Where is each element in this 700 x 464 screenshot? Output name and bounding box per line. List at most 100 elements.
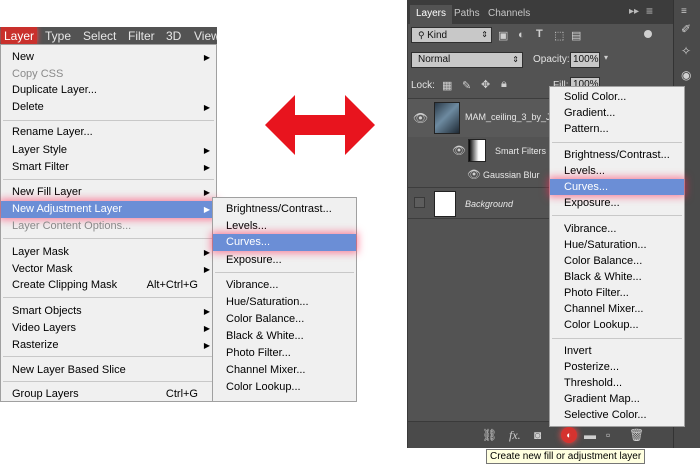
opacity-dropdown-icon[interactable]: ▾ <box>604 53 608 62</box>
adjustment-layer-icon[interactable]: ◐ <box>561 427 577 443</box>
submenu-arrow-icon: ▶ <box>203 53 210 62</box>
menu-item-vector-mask[interactable]: Vector Mask ▶ <box>1 261 216 278</box>
popup-item-channel-mixer[interactable]: Channel Mixer... <box>550 301 684 317</box>
popup-item-black-white[interactable]: Black & White... <box>550 269 684 285</box>
menu-item-layer-mask[interactable]: Layer Mask ▶ <box>1 244 216 261</box>
submenu-item-photo-filter[interactable]: Photo Filter... <box>213 345 356 362</box>
submenu-item-vibrance[interactable]: Vibrance... <box>213 277 356 294</box>
opacity-label: Opacity: <box>533 54 570 65</box>
menu-filter[interactable]: Filter <box>128 29 155 43</box>
link-layers-icon[interactable]: ⛓︎ <box>482 428 497 442</box>
popup-item-color-balance[interactable]: Color Balance... <box>550 253 684 269</box>
menu-separator <box>3 297 214 298</box>
submenu-item-channel-mixer[interactable]: Channel Mixer... <box>213 362 356 379</box>
panel-tabs: Layers Paths Channels ▸▸ ≡ <box>408 0 700 24</box>
layer-thumbnail <box>434 102 460 134</box>
menu-item-smart-objects[interactable]: Smart Objects ▶ <box>1 303 216 320</box>
menu-separator <box>3 179 214 180</box>
lock-all-icon[interactable]: 🔒︎ <box>501 78 507 91</box>
visibility-eye-icon[interactable]: 👁︎ <box>467 168 481 181</box>
popup-item-pattern[interactable]: Pattern... <box>550 121 684 137</box>
new-layer-icon[interactable]: ▫ <box>606 428 610 442</box>
collapse-panel-icon[interactable]: ▸▸ <box>629 6 639 17</box>
menu-item-delete[interactable]: Delete ▶ <box>1 99 216 116</box>
popup-item-hue-saturation[interactable]: Hue/Saturation... <box>550 237 684 253</box>
filter-shape-icon[interactable]: ⬚ <box>554 29 564 42</box>
trash-icon[interactable]: 🗑︎ <box>629 428 644 442</box>
menu-item-create-clipping-mask[interactable]: Create Clipping Mask Alt+Ctrl+G <box>1 277 216 294</box>
popup-item-photo-filter[interactable]: Photo Filter... <box>550 285 684 301</box>
menu-item-video-layers[interactable]: Video Layers ▶ <box>1 320 216 337</box>
lock-pixels-icon[interactable]: ✎ <box>462 79 471 92</box>
submenu-item-hue-saturation[interactable]: Hue/Saturation... <box>213 294 356 311</box>
menu-item-new-fill-layer[interactable]: New Fill Layer ▶ <box>1 184 216 201</box>
menu-item-new[interactable]: New ▶ <box>1 49 216 66</box>
popup-item-levels[interactable]: Levels... <box>550 163 684 179</box>
popup-item-selective-color[interactable]: Selective Color... <box>550 407 684 423</box>
tab-channels[interactable]: Channels <box>482 5 536 24</box>
tab-layers[interactable]: Layers <box>410 5 453 24</box>
filter-toggle-icon[interactable] <box>644 30 652 38</box>
menu-select[interactable]: Select <box>83 29 116 43</box>
new-group-icon[interactable]: ▬ <box>584 428 596 442</box>
filter-type-icon[interactable]: T <box>536 28 543 40</box>
opacity-input[interactable]: 100% <box>570 52 600 68</box>
fx-icon[interactable]: fx. <box>509 428 521 443</box>
tab-paths[interactable]: Paths <box>448 5 486 24</box>
filter-kind-select[interactable]: ⚲ Kind ⇕ <box>411 27 492 43</box>
submenu-item-exposure[interactable]: Exposure... <box>213 252 356 269</box>
filter-adjustment-icon[interactable]: ◐ <box>518 29 525 41</box>
lock-position-icon[interactable]: ✥ <box>481 78 490 91</box>
submenu-item-color-balance[interactable]: Color Balance... <box>213 311 356 328</box>
select-arrows-icon: ⇕ <box>481 30 488 39</box>
blend-mode-select[interactable]: Normal ⇕ <box>411 52 523 68</box>
visibility-toggle-box[interactable] <box>414 197 425 208</box>
popup-item-gradient-map[interactable]: Gradient Map... <box>550 391 684 407</box>
dock-menu-icon[interactable]: ≡ <box>681 6 687 17</box>
fill-adjustment-popup: Solid Color... Gradient... Pattern... Br… <box>549 86 685 427</box>
popup-item-solid-color[interactable]: Solid Color... <box>550 89 684 105</box>
popup-item-color-lookup[interactable]: Color Lookup... <box>550 317 684 333</box>
brush-icon[interactable]: ✐ <box>681 22 691 36</box>
menu-item-layer-style[interactable]: Layer Style ▶ <box>1 142 216 159</box>
popup-item-brightness-contrast[interactable]: Brightness/Contrast... <box>550 147 684 163</box>
filter-smart-object-icon[interactable]: ▤ <box>571 29 581 42</box>
panel-menu-icon[interactable]: ≡ <box>646 4 653 18</box>
adjustments-icon[interactable]: ◉ <box>681 68 691 82</box>
lock-transparency-icon[interactable]: ▦ <box>442 79 452 92</box>
visibility-eye-icon[interactable]: 👁︎ <box>413 111 428 125</box>
menu-layer[interactable]: Layer <box>1 27 37 44</box>
popup-item-posterize[interactable]: Posterize... <box>550 359 684 375</box>
submenu-item-color-lookup[interactable]: Color Lookup... <box>213 379 356 396</box>
submenu-item-curves[interactable]: Curves... <box>213 234 356 251</box>
menu-view[interactable]: View <box>194 29 217 43</box>
menu-item-new-layer-based-slice[interactable]: New Layer Based Slice <box>1 362 216 379</box>
submenu-item-brightness-contrast[interactable]: Brightness/Contrast... <box>213 201 356 218</box>
adjustment-submenu: Brightness/Contrast... Levels... Curves.… <box>212 197 357 402</box>
submenu-arrow-icon: ▶ <box>203 324 210 333</box>
submenu-item-levels[interactable]: Levels... <box>213 218 356 235</box>
search-icon: ⚲ <box>418 30 428 40</box>
layer-name: Background <box>465 199 514 209</box>
popup-item-threshold[interactable]: Threshold... <box>550 375 684 391</box>
popup-item-curves[interactable]: Curves... <box>550 179 684 195</box>
submenu-item-black-white[interactable]: Black & White... <box>213 328 356 345</box>
popup-item-exposure[interactable]: Exposure... <box>550 195 684 211</box>
popup-item-invert[interactable]: Invert <box>550 343 684 359</box>
visibility-eye-icon[interactable]: 👁︎ <box>452 144 466 157</box>
filter-pixel-icon[interactable]: ▣ <box>498 29 508 42</box>
menu-item-duplicate-layer[interactable]: Duplicate Layer... <box>1 82 216 99</box>
add-mask-icon[interactable]: ◙ <box>534 428 541 442</box>
menu-type[interactable]: Type <box>45 29 71 43</box>
popup-item-vibrance[interactable]: Vibrance... <box>550 221 684 237</box>
menu-3d[interactable]: 3D <box>166 29 181 43</box>
menu-item-rename-layer[interactable]: Rename Layer... <box>1 124 216 141</box>
path-icon[interactable]: ✧ <box>681 44 691 58</box>
menu-item-rasterize[interactable]: Rasterize ▶ <box>1 337 216 354</box>
menu-item-new-adjustment-layer[interactable]: New Adjustment Layer ▶ <box>1 201 216 218</box>
menu-item-group-layers[interactable]: Group Layers Ctrl+G <box>1 386 216 403</box>
popup-item-gradient[interactable]: Gradient... <box>550 105 684 121</box>
submenu-arrow-icon: ▶ <box>203 146 210 155</box>
menu-separator <box>552 142 682 143</box>
menu-item-smart-filter[interactable]: Smart Filter ▶ <box>1 159 216 176</box>
